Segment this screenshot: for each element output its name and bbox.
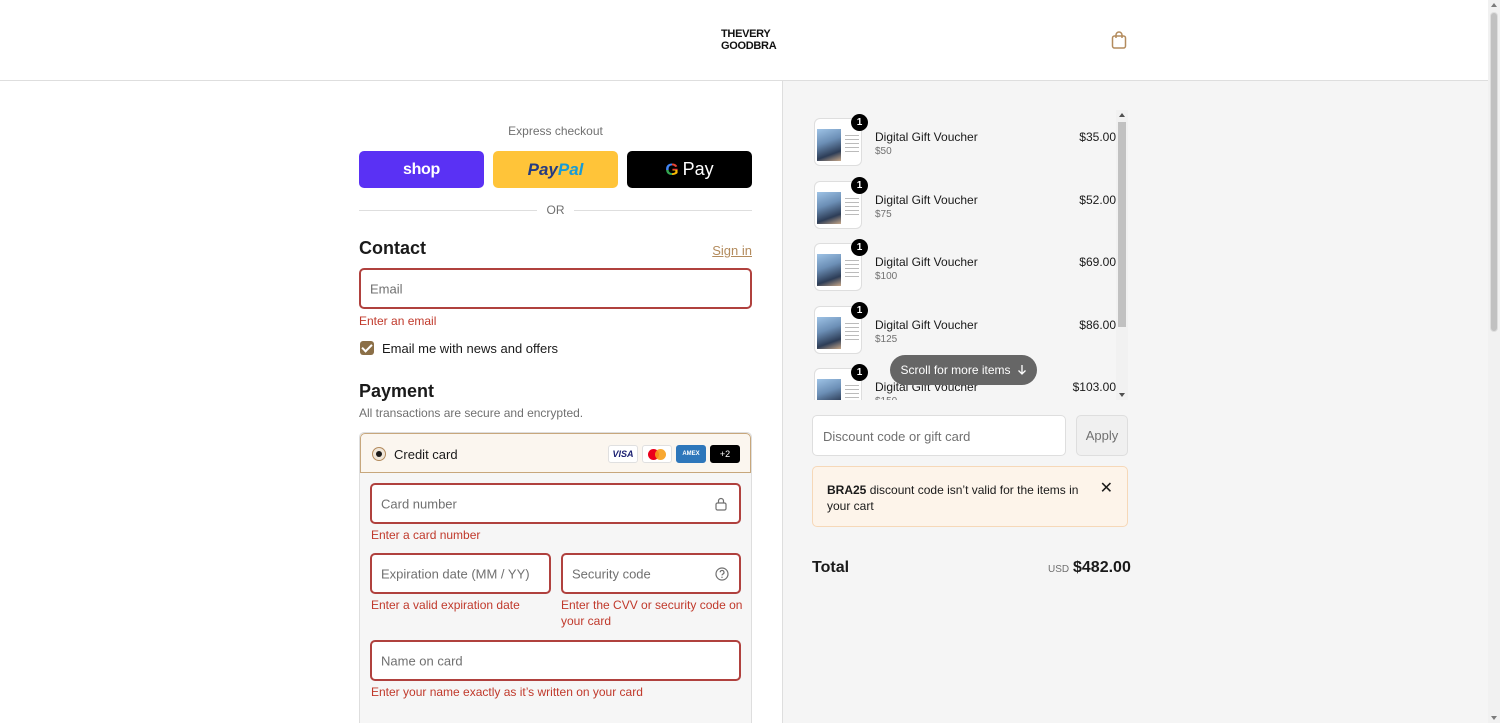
more-cards-badge: +2 <box>710 445 740 463</box>
newsletter-label: Email me with news and offers <box>382 341 559 356</box>
item-price: $69.00 <box>1079 255 1116 269</box>
scroll-down-arrow-icon[interactable] <box>1119 393 1125 397</box>
item-price: $35.00 <box>1079 130 1116 144</box>
quantity-badge: 1 <box>851 114 868 131</box>
item-price: $52.00 <box>1079 193 1116 207</box>
sign-in-link[interactable]: Sign in <box>700 243 752 258</box>
page-scroll-up-icon[interactable] <box>1491 3 1497 7</box>
mastercard-icon <box>642 445 672 463</box>
email-placeholder: Email <box>370 281 403 296</box>
item-price: $86.00 <box>1079 318 1116 332</box>
expiry-placeholder: Expiration date (MM / YY) <box>381 566 530 581</box>
page-scrollbar-thumb[interactable] <box>1490 12 1498 332</box>
site-header: THEVERY GOODBRA <box>0 0 1488 81</box>
close-icon[interactable]: ✕ <box>1100 481 1113 497</box>
item-name: Digital Gift Voucher <box>875 255 978 269</box>
item-variant: $150 <box>875 396 897 400</box>
security-code-placeholder: Security code <box>572 566 651 581</box>
visa-icon: VISA <box>608 445 638 463</box>
shop-pay-label: shop <box>402 160 441 178</box>
security-code-error: Enter the CVV or security code on your c… <box>561 598 743 628</box>
amex-icon: AMEX <box>676 445 706 463</box>
logo-line-1: THEVERY <box>721 28 771 40</box>
name-on-card-field[interactable]: Name on card <box>370 640 741 681</box>
item-variant: $75 <box>875 209 892 220</box>
list-item: 1 Digital Gift Voucher $50 $35.00 <box>812 112 1116 166</box>
logo-line-2: GOODBRA <box>721 40 777 52</box>
discount-placeholder: Discount code or gift card <box>823 429 971 444</box>
help-icon[interactable] <box>715 567 729 581</box>
notice-code: BRA25 <box>827 483 867 497</box>
notice-message: BRA25 discount code isn’t valid for the … <box>827 482 1092 514</box>
credit-card-radio[interactable] <box>372 447 386 461</box>
paypal-label-a: Pay <box>527 159 558 179</box>
security-code-field[interactable]: Security code <box>561 553 741 594</box>
payment-heading: Payment <box>359 381 435 401</box>
currency-code: USD <box>1048 564 1070 575</box>
card-number-error: Enter a card number <box>371 528 481 542</box>
store-logo[interactable]: THEVERY GOODBRA <box>721 28 777 52</box>
shopping-bag-icon[interactable] <box>1109 30 1129 50</box>
card-number-placeholder: Card number <box>381 496 457 511</box>
item-variant: $125 <box>875 334 898 345</box>
email-field[interactable]: Email <box>359 268 752 309</box>
payment-subtitle: All transactions are secure and encrypte… <box>359 406 584 420</box>
google-g-icon: G <box>665 159 679 179</box>
quantity-badge: 1 <box>851 239 868 256</box>
scroll-hint-label: Scroll for more items <box>900 363 1011 377</box>
quantity-badge: 1 <box>851 364 868 381</box>
or-divider: OR <box>359 203 752 217</box>
page-scrollbar[interactable] <box>1488 0 1500 723</box>
google-pay-button[interactable]: G Pay <box>627 151 752 188</box>
list-item: 1 Digital Gift Voucher $100 $69.00 <box>812 237 1116 291</box>
express-checkout-label: Express checkout <box>508 124 603 138</box>
item-name: Digital Gift Voucher <box>875 193 978 207</box>
total-amount: $482.00 <box>1073 559 1131 576</box>
scroll-for-more-button[interactable]: Scroll for more items <box>890 355 1037 385</box>
list-item: 1 Digital Gift Voucher $125 $86.00 <box>812 300 1116 354</box>
lock-icon <box>715 497 727 511</box>
email-error: Enter an email <box>359 314 437 328</box>
scroll-up-arrow-icon[interactable] <box>1119 113 1125 117</box>
total-label: Total <box>812 559 850 576</box>
credit-card-label: Credit card <box>394 447 458 462</box>
item-name: Digital Gift Voucher <box>875 318 978 332</box>
card-logos: VISA AMEX +2 <box>608 445 740 463</box>
credit-card-option[interactable]: Credit card VISA AMEX +2 <box>360 433 751 473</box>
item-price: $103.00 <box>1072 380 1116 394</box>
newsletter-checkbox[interactable] <box>360 341 374 355</box>
list-item: 1 Digital Gift Voucher $75 $52.00 <box>812 175 1116 229</box>
discount-code-input[interactable]: Discount code or gift card <box>812 415 1066 456</box>
google-pay-label: Pay <box>682 159 714 179</box>
arrow-down-icon <box>1017 365 1026 375</box>
scrollbar-thumb[interactable] <box>1118 122 1126 327</box>
page-scroll-down-icon[interactable] <box>1491 716 1497 720</box>
paypal-button[interactable]: Pay Pal <box>493 151 618 188</box>
expiry-error: Enter a valid expiration date <box>371 598 520 612</box>
paypal-label-b: Pal <box>557 159 584 179</box>
item-variant: $100 <box>875 271 898 282</box>
quantity-badge: 1 <box>851 302 868 319</box>
contact-heading: Contact <box>359 238 426 258</box>
items-scrollbar[interactable] <box>1116 110 1128 400</box>
item-name: Digital Gift Voucher <box>875 130 978 144</box>
card-number-field[interactable]: Card number <box>370 483 741 524</box>
name-on-card-placeholder: Name on card <box>381 653 463 668</box>
apply-button[interactable]: Apply <box>1076 415 1128 456</box>
discount-error-notice: BRA25 discount code isn’t valid for the … <box>812 466 1128 527</box>
quantity-badge: 1 <box>851 177 868 194</box>
expiry-field[interactable]: Expiration date (MM / YY) <box>370 553 551 594</box>
item-variant: $50 <box>875 146 892 157</box>
name-on-card-error: Enter your name exactly as it’s written … <box>371 685 643 699</box>
shop-pay-button[interactable]: shop <box>359 151 484 188</box>
